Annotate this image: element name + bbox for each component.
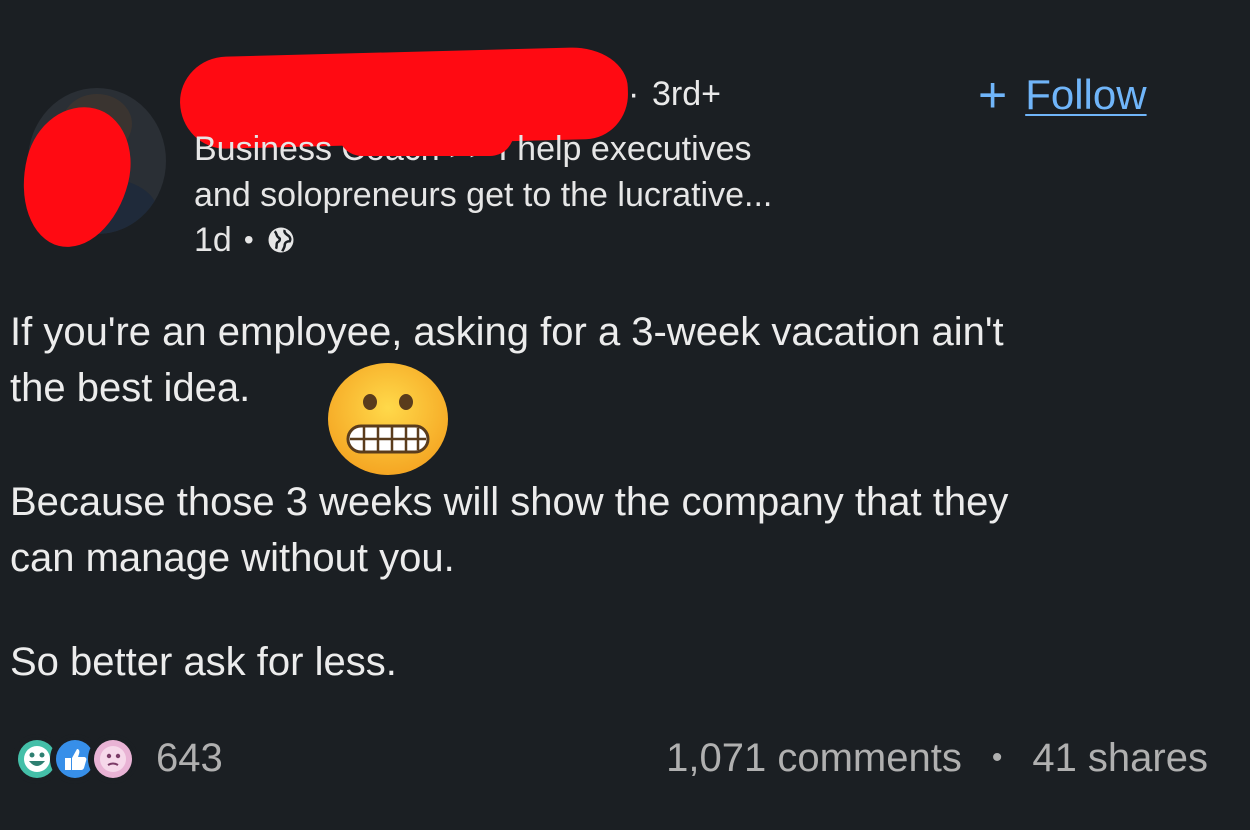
- post-line: Because those 3 weeks will show the comp…: [10, 480, 1009, 524]
- author-avatar[interactable]: [8, 88, 168, 259]
- post-line: the best idea.: [10, 366, 251, 410]
- post-line: can manage without you.: [10, 536, 455, 580]
- headline-line: and solopreneurs get to the lucrative...: [194, 176, 773, 214]
- post-paragraph: So better ask for less.: [10, 634, 397, 690]
- curious-icon: [88, 734, 138, 784]
- follow-button[interactable]: + Follow: [978, 70, 1147, 120]
- globe-icon: [268, 227, 294, 253]
- post-paragraph: Because those 3 weeks will show the comp…: [10, 474, 1008, 586]
- grimacing-face-icon: [328, 363, 448, 475]
- plus-icon: +: [978, 67, 1008, 123]
- connection-degree: 3rd+: [652, 75, 721, 113]
- post-line: If you're an employee, asking for a 3-we…: [10, 310, 1004, 354]
- headline-line: Business Coach >> I help executives: [194, 130, 752, 168]
- author-headline: Business Coach >> I help executives and …: [194, 126, 954, 218]
- comments-count[interactable]: 1,071 comments: [666, 734, 962, 782]
- post-stats: 1,071 comments • 41 shares: [666, 734, 1208, 782]
- post-time: 1d: [194, 221, 232, 259]
- reactions-count[interactable]: 643: [156, 734, 223, 782]
- headline-redaction-mark: [338, 132, 514, 156]
- degree-separator: ·: [628, 75, 640, 113]
- meta-separator: •: [243, 224, 254, 255]
- reactions-summary[interactable]: [12, 734, 138, 784]
- post-paragraph: If you're an employee, asking for a 3-we…: [10, 304, 1004, 416]
- linkedin-post: · 3rd+ + Follow Business Coach >> I help…: [0, 0, 1250, 830]
- post-meta: 1d •: [194, 220, 296, 260]
- post-line: So better ask for less.: [10, 640, 397, 684]
- stats-separator: •: [991, 741, 1003, 774]
- follow-label: Follow: [1025, 71, 1147, 118]
- shares-count[interactable]: 41 shares: [1032, 734, 1208, 782]
